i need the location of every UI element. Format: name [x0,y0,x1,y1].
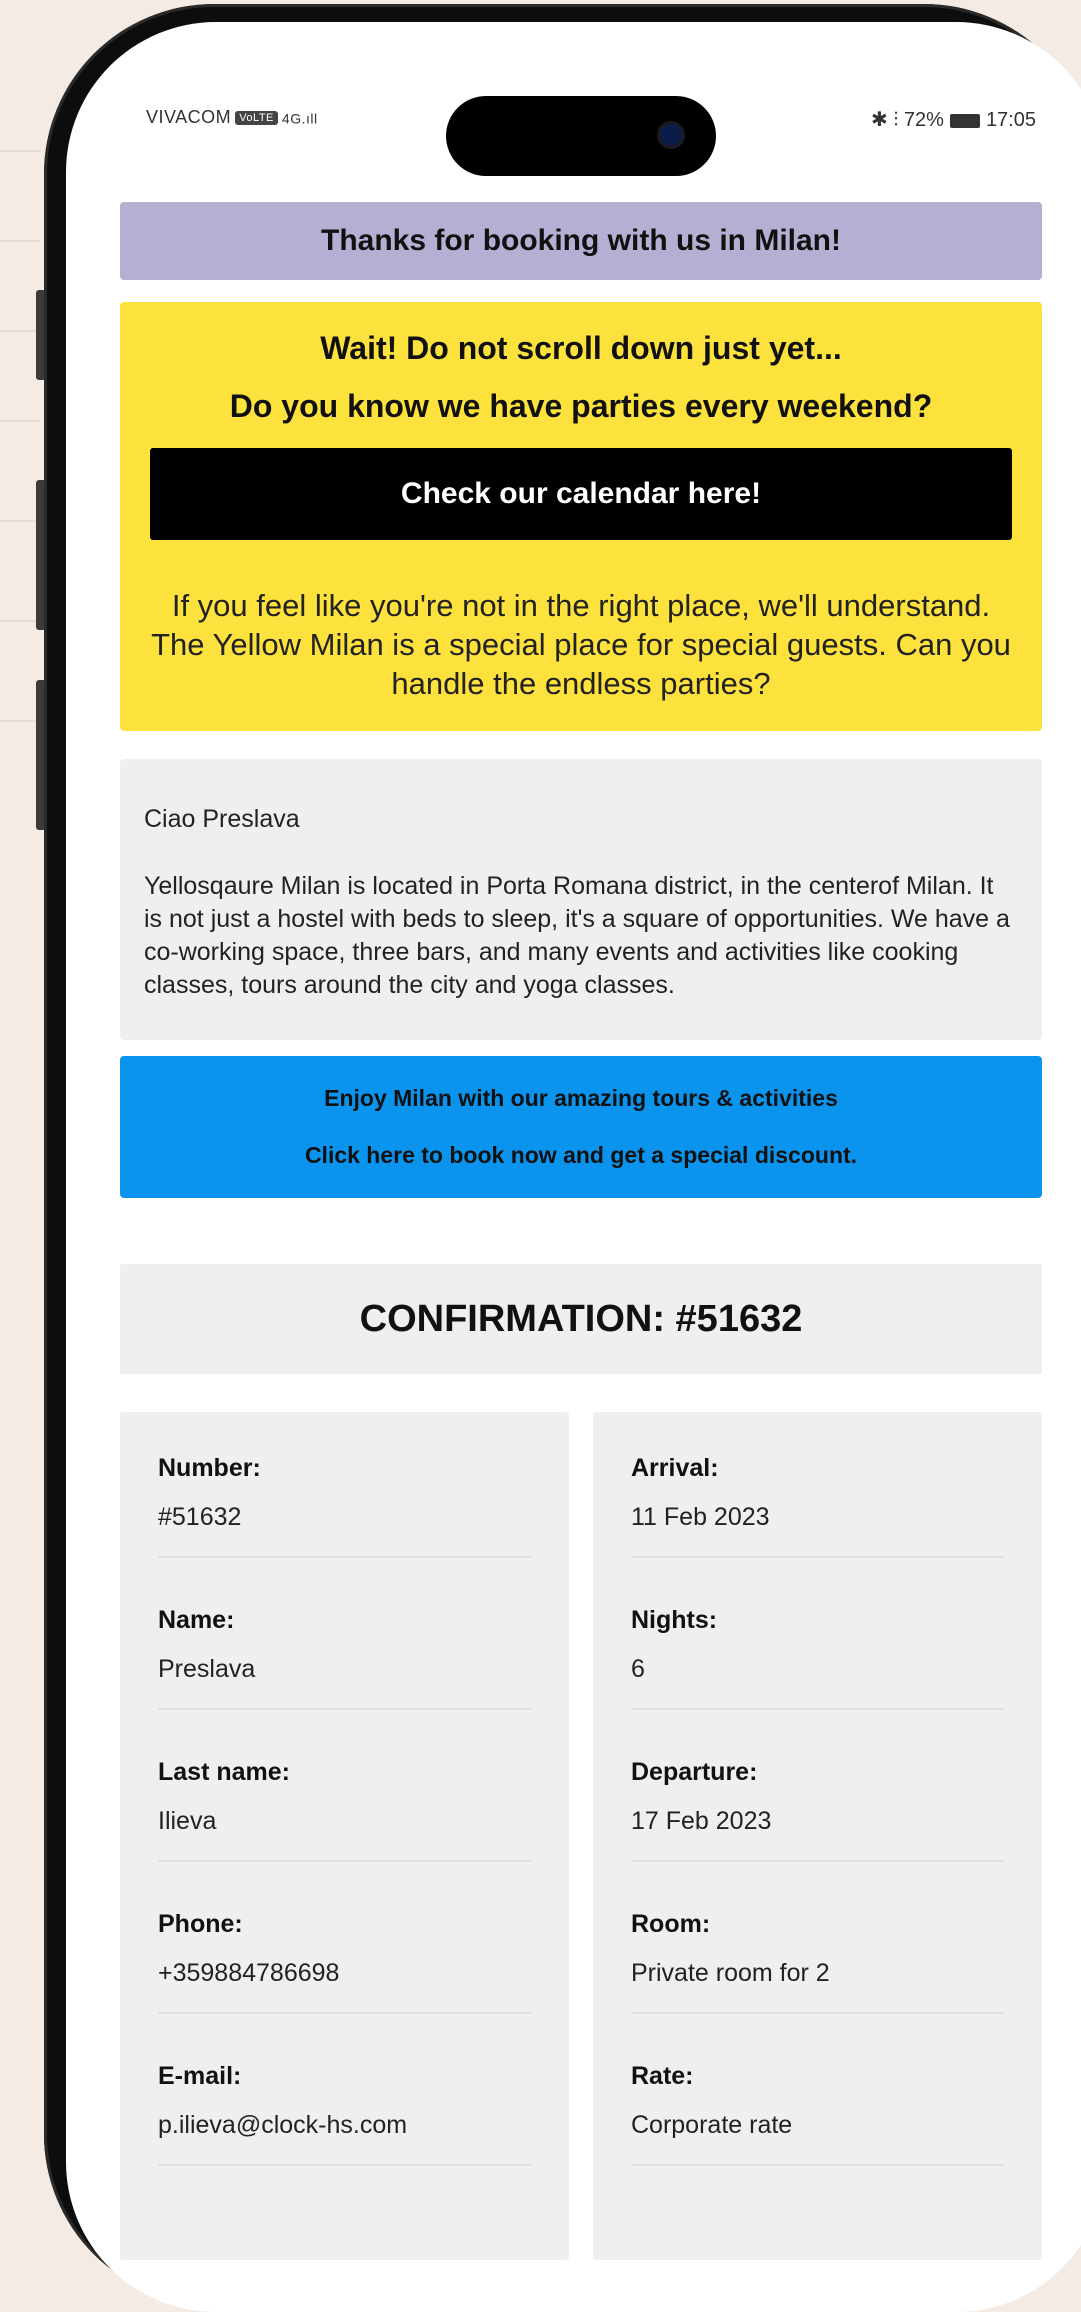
background-line [0,240,40,242]
field-value: Ilieva [158,1807,217,1835]
detail-field: Name: Preslava [158,1592,531,1710]
detail-field: Last name: Ilieva [158,1744,531,1862]
field-label: Last name: [158,1758,290,1786]
welcome-message: Ciao Preslava Yellosqaure Milan is locat… [120,759,1042,1040]
confirmation-title: CONFIRMATION: #51632 [120,1264,1042,1374]
field-label: Phone: [158,1910,243,1938]
detail-field: E-mail: p.ilieva@clock-hs.com [158,2048,531,2166]
field-value: 11 Feb 2023 [631,1503,770,1531]
volte-badge: VoLTE [235,111,278,126]
field-value: Corporate rate [631,2111,793,2139]
background-line [0,420,40,422]
field-label: Arrival: [631,1454,719,1482]
battery-icon [949,113,980,128]
signal-bars-icon: .ıll [301,110,318,127]
status-bar: VIVACOM VoLTE 4G.ıll ✱ ⫶ 72% 17:05 [66,82,1081,176]
promo-paragraph: If you feel like you're not in the right… [151,588,1011,701]
party-promo: Wait! Do not scroll down just yet... Do … [120,302,1042,731]
status-time: 17:05 [985,109,1036,131]
camera-icon [660,124,682,146]
field-value: 6 [631,1655,645,1683]
background-line [0,720,40,722]
phone-screen: VIVACOM VoLTE 4G.ıll ✱ ⫶ 72% 17:05 Thanks f… [66,22,1081,2312]
background-line [0,330,40,332]
email-content: Thanks for booking with us in Milan! Wai… [120,202,1042,2260]
field-value: Private room for 2 [631,1959,830,1987]
detail-field: Phone: +359884786698 [158,1896,531,2014]
background-line [0,150,40,152]
detail-field: Room: Private room for 2 [631,1896,1004,2014]
field-label: Room: [631,1910,711,1938]
carrier-name: VIVACOM [146,107,232,127]
tours-banner[interactable]: Enjoy Milan with our amazing tours & act… [120,1056,1042,1198]
tours-headline[interactable]: Enjoy Milan with our amazing tours & act… [324,1085,838,1112]
detail-field: Rate: Corporate rate [631,2048,1004,2166]
background-line [0,520,40,522]
field-label: E-mail: [158,2062,242,2090]
stay-details-column: Arrival: 11 Feb 2023 Nights: 6 Departure… [593,1412,1042,2260]
field-value: #51632 [158,1503,242,1531]
signal-icon: 4G [281,110,302,127]
detail-field: Number: #51632 [158,1440,531,1558]
detail-field: Arrival: 11 Feb 2023 [631,1440,1004,1558]
calendar-button[interactable]: Check our calendar here! [150,448,1012,540]
field-label: Nights: [631,1606,718,1634]
detail-field: Nights: 6 [631,1592,1004,1710]
field-value: Preslava [158,1655,256,1683]
message-body: Yellosqaure Milan is located in Porta Ro… [144,872,1010,999]
field-value: 17 Feb 2023 [631,1807,772,1835]
guest-details-column: Number: #51632 Name: Preslava Last name:… [120,1412,569,2260]
field-value: +359884786698 [158,1959,340,1987]
dynamic-island [446,96,716,176]
right-status: ✱ ⫶ 72% 17:05 [871,107,1036,132]
field-value[interactable]: p.ilieva@clock-hs.com [158,2111,531,2140]
thanks-banner: Thanks for booking with us in Milan! [120,202,1042,280]
greeting: Ciao Preslava [144,805,300,833]
tours-book-link[interactable]: Click here to book now and get a special… [305,1142,857,1169]
promo-subheading: Do you know we have parties every weeken… [229,388,933,424]
carrier-info: VIVACOM VoLTE 4G.ıll [146,107,318,128]
field-label: Number: [158,1454,261,1482]
promo-heading: Wait! Do not scroll down just yet... [320,330,842,366]
field-label: Name: [158,1606,235,1634]
field-label: Rate: [631,2062,694,2090]
detail-field: Departure: 17 Feb 2023 [631,1744,1004,1862]
field-label: Departure: [631,1758,758,1786]
status-icons: ✱ ⫶ 72% [871,109,944,131]
confirmation-details: Number: #51632 Name: Preslava Last name:… [120,1412,1042,2260]
background-line [0,620,40,622]
